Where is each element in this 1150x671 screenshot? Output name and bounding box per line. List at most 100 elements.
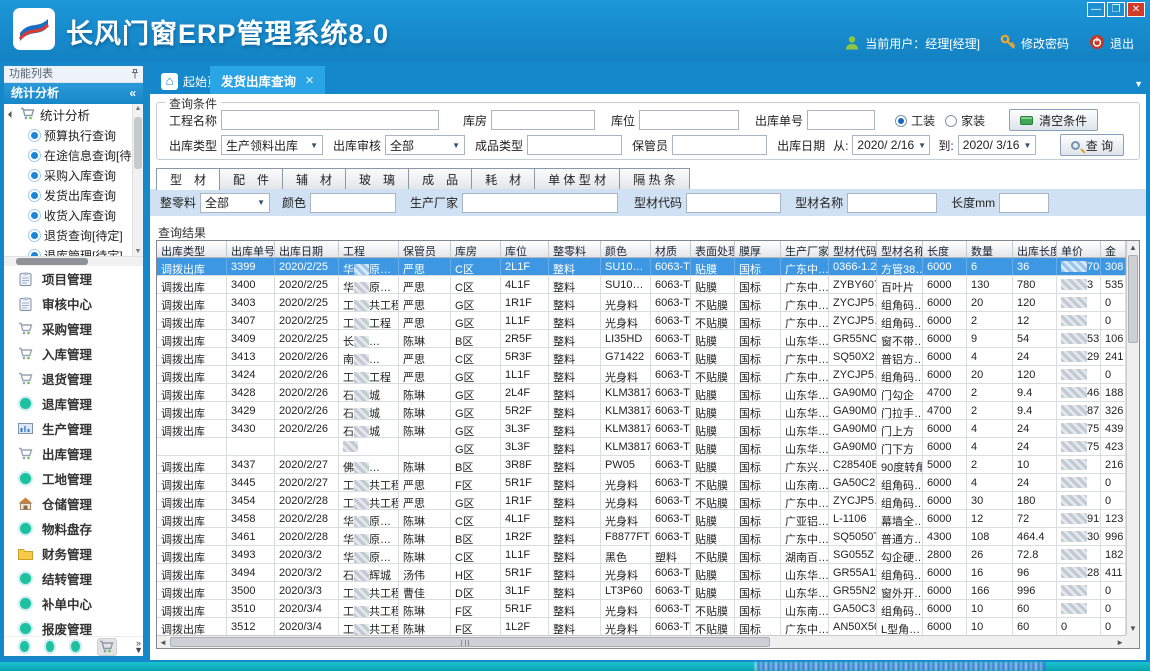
order-no-input[interactable] [807, 110, 875, 130]
module-dot-icon[interactable] [71, 641, 80, 652]
radio-work-option[interactable]: 工装 [895, 112, 935, 129]
table-row[interactable]: 调拨出库34932020/3/2华原…陈琳C区1L1F整料黑色塑料不贴膜国标湖南… [157, 546, 1126, 564]
table-row[interactable]: 调拨出库33992020/2/25华原…严思C区2L1F整料SU10…6063-… [157, 258, 1126, 276]
sidebar-item-仓储管理[interactable]: 仓储管理 [4, 491, 143, 516]
scroll-up-icon[interactable]: ▲ [133, 105, 143, 112]
scroll-down-icon[interactable]: ▼ [1127, 624, 1139, 633]
table-row[interactable]: 调拨出库34072020/2/25工工程严思G区1L1F整料光身料6063-T5… [157, 312, 1126, 330]
cart-module-button[interactable] [97, 638, 118, 656]
column-header-出库类型[interactable]: 出库类型 [157, 241, 227, 257]
sidebar-item-采购管理[interactable]: 采购管理 [4, 316, 143, 341]
material-tab-型材[interactable]: 型 材 [156, 168, 220, 190]
profile-name-input[interactable] [847, 193, 937, 213]
material-tab-耗材[interactable]: 耗 材 [471, 168, 535, 189]
profile-code-input[interactable] [686, 193, 781, 213]
table-row[interactable]: 调拨出库34242020/2/26工工程严思G区1L1F整料光身料6063-T5… [157, 366, 1126, 384]
tree-item-发货出库查询[interactable]: 发货出库查询 [4, 185, 132, 205]
date-to-select[interactable]: 2020/ 3/16▼ [958, 135, 1036, 155]
column-header-膜厚[interactable]: 膜厚 [735, 241, 781, 257]
clear-conditions-button[interactable]: 清空条件 [1009, 109, 1098, 131]
close-button[interactable]: ✕ [1127, 2, 1145, 17]
maximize-button[interactable]: ❐ [1107, 2, 1125, 17]
color-input[interactable] [310, 193, 396, 213]
logout-button[interactable]: 退出 [1089, 34, 1134, 53]
scroll-right-icon[interactable]: ► [1116, 638, 1124, 647]
tab-overflow-icon[interactable]: ▼ [1134, 79, 1143, 89]
sidebar-item-退库管理[interactable]: 退库管理 [4, 391, 143, 416]
sidebar-item-审核中心[interactable]: 审核中心 [4, 291, 143, 316]
keeper-input[interactable] [672, 135, 767, 155]
search-button[interactable]: 查 询 [1060, 134, 1124, 156]
project-name-input[interactable] [221, 110, 439, 130]
column-header-生产厂家[interactable]: 生产厂家 [781, 241, 829, 257]
table-row[interactable]: 调拨出库34302020/2/26石城陈琳G区3L3F整料KLM38176063… [157, 420, 1126, 438]
tree-item-预算执行查询[interactable]: 预算执行查询 [4, 125, 132, 145]
table-row[interactable]: 调拨出库34612020/2/28华原…陈琳B区1R2F整料F8877FT606… [157, 528, 1126, 546]
scroll-thumb[interactable] [134, 117, 142, 169]
column-header-出库单号[interactable]: 出库单号 [227, 241, 275, 257]
table-row[interactable]: 调拨出库35102020/3/4工共工程陈琳F区5R1F整料光身料6063-T5… [157, 600, 1126, 618]
column-header-材质[interactable]: 材质 [651, 241, 691, 257]
table-vertical-scrollbar[interactable]: ▲ ▼ [1126, 241, 1139, 635]
tab-shipping-outbound-query[interactable]: 发货出库查询 ✕ [210, 66, 325, 94]
sidebar-item-结转管理[interactable]: 结转管理 [4, 566, 143, 591]
sidebar-item-生产管理[interactable]: 生产管理 [4, 416, 143, 441]
whole-piece-select[interactable]: 全部▼ [200, 193, 270, 213]
scroll-thumb[interactable] [1128, 255, 1138, 343]
material-tab-成品[interactable]: 成 品 [408, 168, 472, 189]
tree-item-退货查询[待定][interactable]: 退货查询[待定] [4, 225, 132, 245]
radio-selected-icon[interactable] [895, 115, 907, 127]
sidebar-item-出库管理[interactable]: 出库管理 [4, 441, 143, 466]
column-header-库房[interactable]: 库房 [451, 241, 501, 257]
column-header-金[interactable]: 金 [1101, 241, 1126, 257]
minimize-button[interactable]: — [1087, 2, 1105, 17]
table-row[interactable]: 调拨出库34292020/2/26石城陈琳G区5R2F整料KLM38176063… [157, 402, 1126, 420]
table-row[interactable]: 调拨出库34942020/3/2石辉城汤伟H区5R1F整料光身料6063-T5贴… [157, 564, 1126, 582]
table-row[interactable]: G区3L3F整料KLM38176063-T5贴膜国标山东华…GA90M09.门下… [157, 438, 1126, 456]
column-header-颜色[interactable]: 颜色 [601, 241, 651, 257]
module-dot-icon[interactable] [20, 641, 29, 652]
outbound-audit-select[interactable]: 全部▼ [385, 135, 465, 155]
column-header-长度[interactable]: 长度 [923, 241, 967, 257]
tab-close-icon[interactable]: ✕ [305, 74, 314, 87]
table-row[interactable]: 调拨出库34282020/2/26石城陈琳G区2L4F整料KLM38176063… [157, 384, 1126, 402]
column-header-出库日期[interactable]: 出库日期 [275, 241, 339, 257]
sidebar-group-header[interactable]: 统计分析 « [4, 83, 143, 104]
tree-horizontal-scrollbar[interactable] [4, 256, 143, 266]
product-type-input[interactable] [527, 135, 622, 155]
outbound-type-select[interactable]: 生产领料出库▼ [221, 135, 323, 155]
material-tab-单体型材[interactable]: 单 体 型 材 [534, 168, 620, 189]
length-input[interactable] [999, 193, 1049, 213]
column-header-工程[interactable]: 工程 [339, 241, 399, 257]
module-dot-icon[interactable] [46, 641, 55, 652]
scroll-thumb[interactable] [170, 637, 770, 647]
column-header-出库长度[interactable]: 出库长度 [1013, 241, 1057, 257]
column-header-型材代码[interactable]: 型材代码 [829, 241, 877, 257]
radio-icon[interactable] [945, 115, 957, 127]
collapse-icon[interactable]: « [129, 83, 136, 104]
column-header-整零料[interactable]: 整零料 [549, 241, 601, 257]
table-row[interactable]: 调拨出库34092020/2/25长…陈琳B区2R5F整料LI35HD6063-… [157, 330, 1126, 348]
more-modules-button[interactable]: »▼ [134, 640, 143, 654]
change-password-link[interactable]: 修改密码 [1000, 34, 1069, 53]
tree-item-退库管理[待定][interactable]: 退库管理[待定] [4, 245, 132, 256]
table-row[interactable]: 调拨出库35002020/3/3工共工程曹佳D区3L1F整料LT3P606063… [157, 582, 1126, 600]
column-header-表面处理[interactable]: 表面处理 [691, 241, 735, 257]
date-from-select[interactable]: 2020/ 2/16▼ [852, 135, 930, 155]
scroll-left-icon[interactable]: ◄ [159, 638, 167, 647]
sidebar-item-入库管理[interactable]: 入库管理 [4, 341, 143, 366]
sidebar-item-工地管理[interactable]: 工地管理 [4, 466, 143, 491]
table-row[interactable]: 调拨出库34132020/2/26南…严思C区5R3F整料G714226063-… [157, 348, 1126, 366]
scroll-down-icon[interactable]: ▼ [133, 248, 143, 255]
table-row[interactable]: 调拨出库34542020/2/28工共工程严思G区1R1F整料光身料6063-T… [157, 492, 1126, 510]
location-input[interactable] [639, 110, 739, 130]
scroll-thumb[interactable] [16, 258, 88, 265]
radio-home-option[interactable]: 家装 [945, 112, 985, 129]
manufacturer-input[interactable] [462, 193, 618, 213]
column-header-数量[interactable]: 数量 [967, 241, 1013, 257]
warehouse-input[interactable] [491, 110, 595, 130]
tree-item-收货入库查询[interactable]: 收货入库查询 [4, 205, 132, 225]
material-tab-辅材[interactable]: 辅 材 [282, 168, 346, 189]
sidebar-item-退货管理[interactable]: 退货管理 [4, 366, 143, 391]
sidebar-item-项目管理[interactable]: 项目管理 [4, 266, 143, 291]
